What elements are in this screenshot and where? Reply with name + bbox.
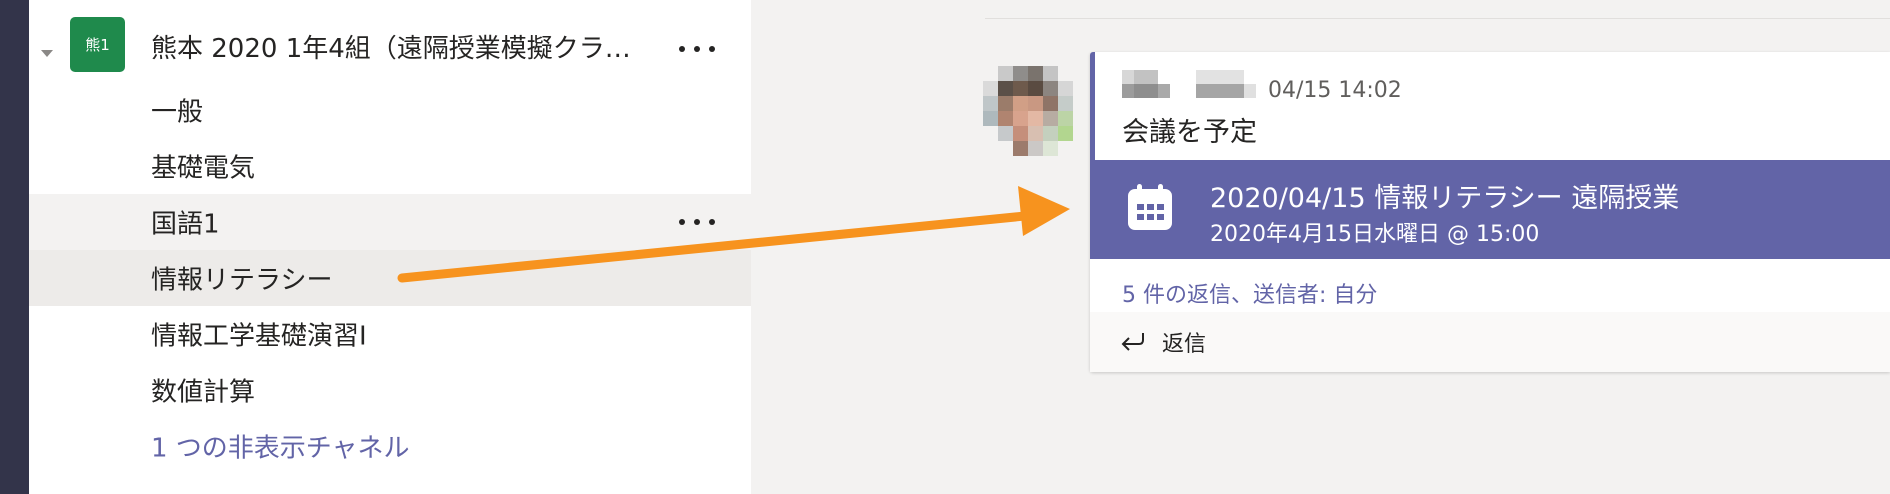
- team-name: 熊本 2020 1年4組（遠隔授業模擬クラ…: [151, 34, 631, 64]
- message-card[interactable]: 04/15 14:02 会議を予定 2020/04/15 情報リテラシー 遠隔授…: [1090, 52, 1890, 372]
- channel-label: 情報工学基礎演習I: [151, 321, 367, 352]
- reply-label: 返信: [1162, 332, 1207, 357]
- meeting-datetime: 2020年4月15日水曜日 @ 15:00: [1210, 222, 1540, 247]
- team-avatar: 熊1: [70, 17, 125, 72]
- channel-item-info-eng-exercise[interactable]: 情報工学基礎演習I: [29, 306, 751, 362]
- app-rail: [0, 0, 29, 494]
- meeting-card[interactable]: 2020/04/15 情報リテラシー 遠隔授業 2020年4月15日水曜日 @ …: [1090, 160, 1890, 259]
- channel-item-basic-electricity[interactable]: 基礎電気: [29, 138, 751, 194]
- channel-item-general[interactable]: 一般: [29, 82, 751, 138]
- channel-label: 国語1: [151, 209, 220, 240]
- channel-item-japanese-1[interactable]: 国語1: [29, 194, 751, 250]
- reply-button[interactable]: 返信: [1090, 312, 1890, 372]
- meeting-title: 2020/04/15 情報リテラシー 遠隔授業: [1210, 183, 1680, 214]
- more-options-icon[interactable]: [679, 44, 715, 54]
- chevron-down-icon[interactable]: [41, 50, 53, 57]
- user-avatar: [983, 66, 1073, 156]
- message-text: 会議を予定: [1122, 117, 1257, 148]
- sender-name-blurred: [1122, 70, 1170, 98]
- hidden-channels-label: 1 つの非表示チャネル: [151, 433, 410, 464]
- card-accent: [1090, 52, 1095, 160]
- more-options-icon[interactable]: [679, 217, 715, 227]
- channel-item-information-literacy[interactable]: 情報リテラシー: [29, 250, 751, 306]
- team-header[interactable]: 熊1 熊本 2020 1年4組（遠隔授業模擬クラ…: [29, 16, 751, 76]
- channel-item-numerical-computation[interactable]: 数値計算: [29, 362, 751, 418]
- teams-channel-list: 熊1 熊本 2020 1年4組（遠隔授業模擬クラ… 一般 基礎電気 国語1 情報…: [29, 0, 751, 494]
- reply-arrow-icon: [1121, 333, 1144, 351]
- divider: [985, 18, 1890, 19]
- sender-name-blurred: [1196, 70, 1256, 98]
- channel-label: 基礎電気: [151, 153, 256, 184]
- calendar-icon: [1128, 184, 1172, 230]
- hidden-channels-link[interactable]: 1 つの非表示チャネル: [29, 418, 751, 474]
- replies-link[interactable]: 5 件の返信、送信者: 自分: [1122, 277, 1377, 309]
- message-timestamp: 04/15 14:02: [1268, 78, 1402, 103]
- channel-label: 数値計算: [151, 377, 256, 408]
- channel-label: 一般: [151, 97, 204, 128]
- channel-label: 情報リテラシー: [151, 265, 333, 296]
